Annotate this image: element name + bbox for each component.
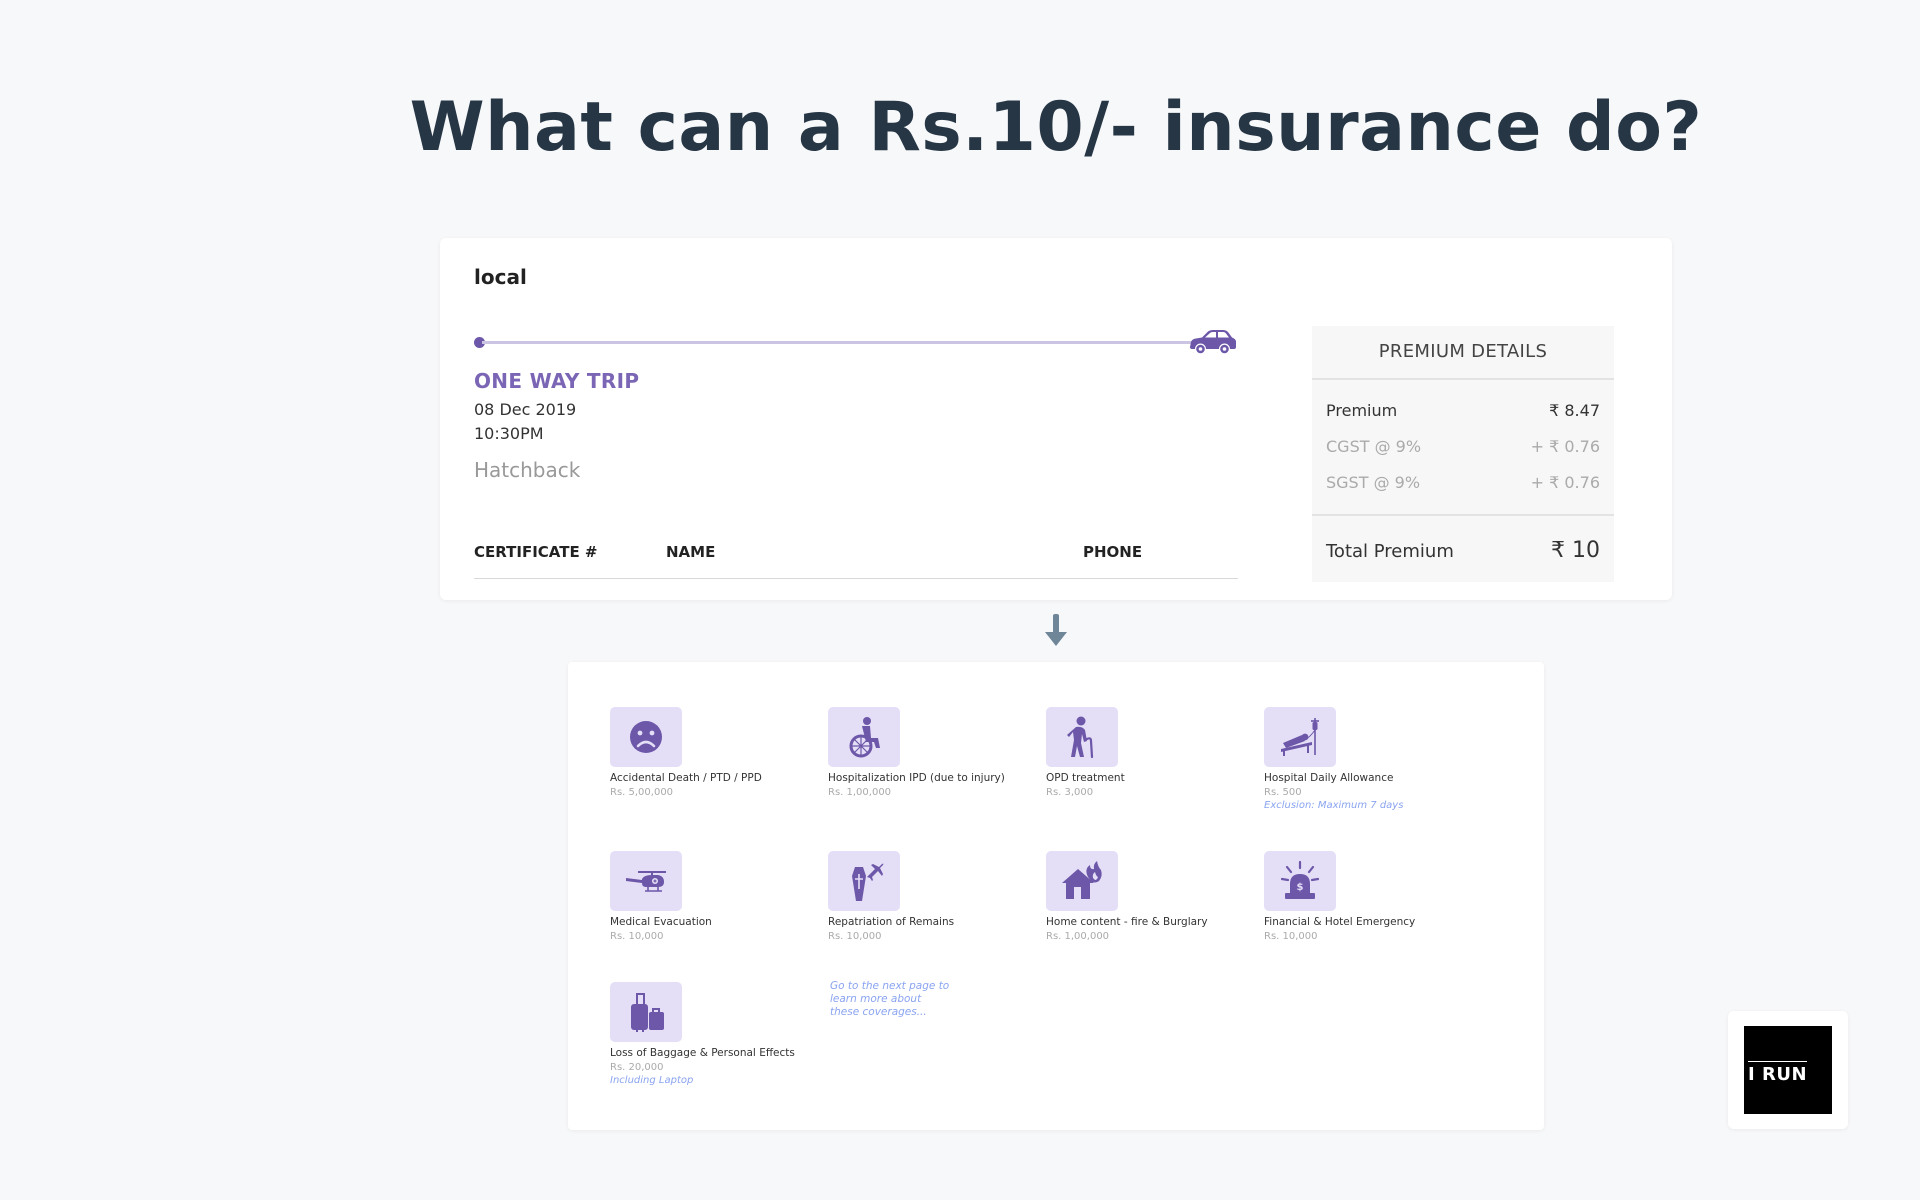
premium-divider (1312, 514, 1614, 516)
coverage-amount: Rs. 20,000 (610, 1062, 664, 1073)
coverage-item: OPD treatment Rs. 3,000 (1046, 707, 1246, 798)
coverage-amount: Rs. 5,00,000 (610, 787, 674, 798)
coverage-amount: Rs. 10,000 (1264, 931, 1318, 942)
brand-logo: I RUN (1728, 1011, 1848, 1129)
coverage-amount: Rs. 10,000 (828, 931, 882, 942)
luggage-icon (631, 993, 664, 1032)
trip-time: 10:30PM (474, 424, 544, 443)
coverage-card: Accidental Death / PTD / PPD Rs. 5,00,00… (568, 662, 1544, 1130)
coverage-item: Repatriation of Remains Rs. 10,000 (828, 851, 1028, 942)
coverage-item: Hospitalization IPD (due to injury) Rs. … (828, 707, 1028, 798)
route-progress (474, 322, 1238, 362)
coverage-item: Hospital Daily Allowance Rs. 500 Exclusi… (1264, 707, 1464, 811)
coverage-icon-box (1264, 707, 1336, 767)
coverage-amount: Rs. 1,00,000 (828, 787, 892, 798)
column-header-name: NAME (666, 543, 716, 561)
coverage-name: Financial & Hotel Emergency (1264, 916, 1416, 928)
cgst-value: + ₹ 0.76 (1530, 437, 1600, 456)
arrow-down-icon (1045, 614, 1067, 646)
premium-row: Premium ₹ 8.47 (1326, 401, 1600, 420)
coverage-name: Medical Evacuation (610, 916, 712, 928)
coffin-plane-icon (852, 863, 884, 901)
coverage-icon-box (610, 982, 682, 1042)
coverage-name: Repatriation of Remains (828, 916, 955, 928)
coverage-name: Home content - fire & Burglary (1046, 916, 1208, 928)
trip-date: 08 Dec 2019 (474, 400, 577, 419)
cgst-label: CGST @ 9% (1326, 437, 1422, 456)
coverage-item: Accidental Death / PTD / PPD Rs. 5,00,00… (610, 707, 810, 798)
route-line (482, 341, 1192, 344)
coverage-name: OPD treatment (1046, 772, 1125, 784)
sgst-value: + ₹ 0.76 (1530, 473, 1600, 492)
coverage-name: Loss of Baggage & Personal Effects (610, 1047, 795, 1059)
table-divider (474, 578, 1238, 579)
car-icon (1190, 330, 1236, 354)
coverage-icon-box (828, 707, 900, 767)
elderly-person-icon (1067, 716, 1094, 759)
total-premium-value: ₹ 10 (1551, 538, 1600, 563)
cgst-row: CGST @ 9% + ₹ 0.76 (1326, 437, 1600, 456)
wheelchair-icon (849, 717, 880, 758)
coverage-name: Accidental Death / PTD / PPD (610, 772, 762, 784)
logo-mark: I RUN (1744, 1026, 1832, 1114)
coverage-icon-box (1046, 707, 1118, 767)
coverage-amount: Rs. 1,00,000 (1046, 931, 1110, 942)
coverage-amount: Rs. 500 (1264, 787, 1302, 798)
coverage-icon-box: $ (1264, 851, 1336, 911)
coverage-icon-box (610, 851, 682, 911)
total-premium-label: Total Premium (1326, 541, 1454, 562)
page-title: What can a Rs.10/- insurance do? (409, 88, 1703, 167)
helicopter-icon (626, 871, 666, 892)
coverage-amount: Rs. 10,000 (610, 931, 664, 942)
coverage-note: Including Laptop (610, 1075, 694, 1086)
next-page-note: Go to the next page to learn more about … (830, 980, 950, 1018)
sgst-row: SGST @ 9% + ₹ 0.76 (1326, 473, 1600, 492)
coverage-item: Home content - fire & Burglary Rs. 1,00,… (1046, 851, 1246, 942)
premium-row-label: Premium (1326, 401, 1398, 420)
column-header-certificate: CERTIFICATE # (474, 543, 598, 561)
total-premium-row: Total Premium ₹ 10 (1326, 538, 1600, 563)
column-header-phone: PHONE (1083, 543, 1143, 561)
trip-label: local (474, 265, 527, 289)
house-fire-icon (1062, 861, 1102, 899)
coverage-amount: Rs. 3,000 (1046, 787, 1094, 798)
trip-ticket-card: local ONE WAY TRIP 08 Dec 2019 10:30PM H… (440, 238, 1672, 600)
vehicle-type: Hatchback (474, 458, 581, 482)
coverage-icon-box (1046, 851, 1118, 911)
hospital-bed-icon (1281, 718, 1319, 756)
coverage-item: Medical Evacuation Rs. 10,000 (610, 851, 810, 942)
premium-details-panel: PREMIUM DETAILS Premium ₹ 8.47 CGST @ 9%… (1312, 326, 1614, 582)
coverage-note: Exclusion: Maximum 7 days (1264, 800, 1404, 811)
trip-type-title: ONE WAY TRIP (474, 369, 640, 393)
coverage-item: $ Financial & Hotel Emergency Rs. 10,000 (1264, 851, 1464, 942)
sgst-label: SGST @ 9% (1326, 473, 1421, 492)
coverage-icon-box (828, 851, 900, 911)
premium-row-value: ₹ 8.47 (1549, 401, 1600, 420)
svg-text:$: $ (1297, 882, 1304, 893)
logo-text: I RUN (1748, 1061, 1808, 1085)
coverage-name: Hospital Daily Allowance (1264, 772, 1394, 784)
coverage-item: Loss of Baggage & Personal Effects Rs. 2… (610, 982, 810, 1086)
sad-face-icon (630, 721, 662, 753)
coverage-icon-box (610, 707, 682, 767)
emergency-siren-icon: $ (1280, 860, 1320, 899)
coverage-name: Hospitalization IPD (due to injury) (828, 772, 1005, 784)
premium-details-title: PREMIUM DETAILS (1312, 326, 1614, 380)
